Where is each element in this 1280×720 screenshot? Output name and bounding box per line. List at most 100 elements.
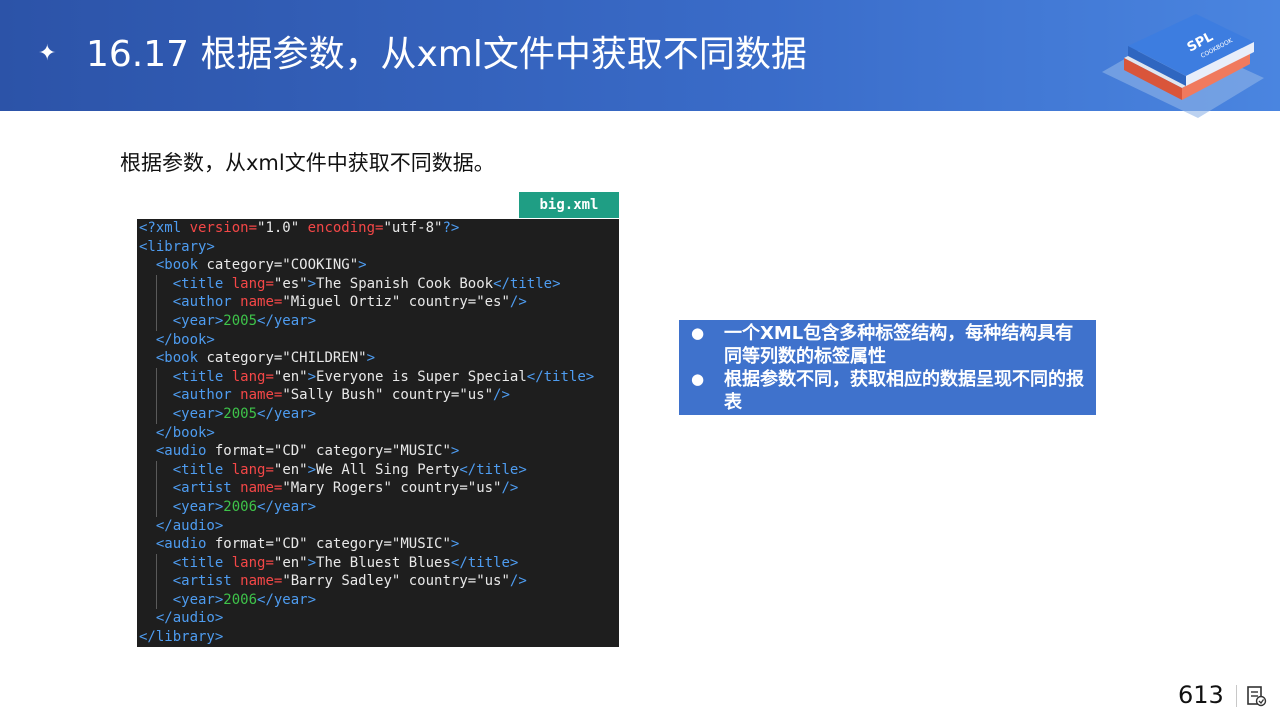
code-line: <artist name="Mary Rogers" country="us"/…	[137, 479, 619, 498]
code-token: </library>	[139, 629, 224, 646]
code-token: "en"	[273, 461, 308, 478]
code-token: <author	[172, 294, 241, 311]
indent-guide	[156, 553, 157, 573]
code-token: >	[307, 554, 317, 571]
code-token: />	[509, 573, 527, 590]
code-line: <book category="COOKING">	[137, 256, 619, 275]
code-token: "Barry Sadley"	[282, 573, 409, 590]
code-token: lang=	[231, 275, 274, 292]
code-token: Everyone is Super Special	[316, 368, 527, 385]
code-line: <audio format="CD" category="MUSIC">	[137, 535, 619, 554]
code-token: <artist	[172, 480, 241, 497]
code-token: category=	[206, 257, 283, 274]
code-token: <audio	[155, 443, 215, 460]
code-token: </year>	[257, 498, 317, 515]
code-line: <audio format="CD" category="MUSIC">	[137, 442, 619, 461]
code-token: "us"	[467, 480, 502, 497]
code-token: name=	[240, 294, 283, 311]
code-line: <title lang="es">The Spanish Cook Book</…	[137, 274, 619, 294]
code-token: 2006	[223, 498, 258, 515]
indent-guide	[156, 572, 157, 591]
code-token: category=	[206, 350, 283, 367]
indent-guide	[156, 293, 157, 312]
code-token: The Bluest Blues	[316, 554, 451, 571]
code-line: <author name="Sally Bush" country="us"/>	[137, 386, 619, 405]
code-line: <year>2006</year>	[137, 497, 619, 517]
code-token: <book	[155, 350, 207, 367]
code-token: </book>	[155, 331, 215, 348]
code-token: 2005	[223, 405, 258, 422]
code-token: >	[307, 368, 317, 385]
code-token: <year>	[172, 312, 224, 329]
code-token: <audio	[155, 536, 215, 553]
code-line: <library>	[137, 238, 619, 257]
code-token: <year>	[172, 591, 224, 608]
code-line: <title lang="en">Everyone is Super Speci…	[137, 367, 619, 387]
code-token: </year>	[257, 591, 317, 608]
code-line: <?xml version="1.0" encoding="utf-8"?>	[137, 219, 619, 238]
code-line: </book>	[137, 424, 619, 443]
code-line: </audio>	[137, 609, 619, 628]
code-token: name=	[240, 480, 283, 497]
code-token: "Sally Bush"	[282, 387, 392, 404]
code-token: />	[501, 480, 519, 497]
code-token: version=	[189, 220, 258, 236]
indent-guide	[156, 386, 157, 405]
xml-code-block: <?xml version="1.0" encoding="utf-8"?> <l…	[137, 219, 619, 647]
callout-bullet-1: ● 一个XML包含多种标签结构，每种结构具有同等列数的标签属性	[687, 322, 1088, 368]
code-token: </book>	[155, 424, 215, 441]
code-token: "CD"	[273, 536, 317, 553]
code-token: "COOKING"	[282, 257, 359, 274]
code-line: <title lang="en">We All Sing Perty</titl…	[137, 460, 619, 480]
callout-box: ● 一个XML包含多种标签结构，每种结构具有同等列数的标签属性 ● 根据参数不同…	[679, 320, 1096, 415]
indent-guide	[156, 590, 157, 610]
indent-guide	[156, 497, 157, 517]
code-token: <year>	[172, 498, 224, 515]
code-token: />	[493, 387, 510, 404]
code-token: >	[307, 461, 317, 478]
code-token: "MUSIC"	[391, 443, 451, 460]
notes-icon[interactable]	[1245, 685, 1267, 707]
code-token: "es"	[476, 294, 510, 311]
code-token: >	[307, 275, 317, 292]
code-token: </year>	[257, 405, 317, 422]
callout-text-2: 根据参数不同，获取相应的数据呈现不同的报表	[724, 369, 1084, 413]
page-number: 613	[1178, 681, 1224, 709]
bullet-dot-icon: ●	[691, 370, 705, 388]
code-token: >	[366, 350, 376, 367]
code-token: />	[509, 294, 527, 311]
bullet-dot-icon: ●	[691, 324, 705, 342]
indent-guide	[156, 311, 157, 331]
code-token: category=	[316, 536, 392, 553]
code-token: We All Sing Perty	[316, 461, 460, 478]
code-token: </audio>	[155, 610, 224, 627]
callout-bullet-2: ● 根据参数不同，获取相应的数据呈现不同的报表	[687, 368, 1088, 414]
code-token: 2005	[223, 312, 258, 329]
spl-cookbook-logo: SPL COOKBOOK	[1102, 14, 1264, 118]
indent-guide	[156, 460, 157, 480]
code-token: "Mary Rogers"	[282, 480, 401, 497]
code-token: <title	[172, 554, 232, 571]
code-token: The Spanish Cook Book	[316, 275, 494, 292]
code-token: >	[450, 536, 460, 553]
code-token: "en"	[273, 554, 308, 571]
code-token: "Miguel Ortiz"	[282, 294, 409, 311]
code-token: <artist	[172, 573, 241, 590]
code-token: </title>	[493, 275, 561, 292]
callout-text-1: 一个XML包含多种标签结构，每种结构具有同等列数的标签属性	[724, 323, 1074, 367]
code-token: >	[450, 443, 460, 460]
code-token: </title>	[459, 461, 527, 478]
code-token: "us"	[459, 387, 494, 404]
code-token: lang=	[231, 554, 274, 571]
file-name-badge: big.xml	[519, 192, 619, 218]
code-line: <title lang="en">The Bluest Blues</title…	[137, 553, 619, 573]
code-token: 2006	[223, 591, 258, 608]
code-token: "MUSIC"	[391, 536, 451, 553]
indent-guide	[156, 274, 157, 294]
code-token: "utf-8"	[383, 220, 443, 236]
